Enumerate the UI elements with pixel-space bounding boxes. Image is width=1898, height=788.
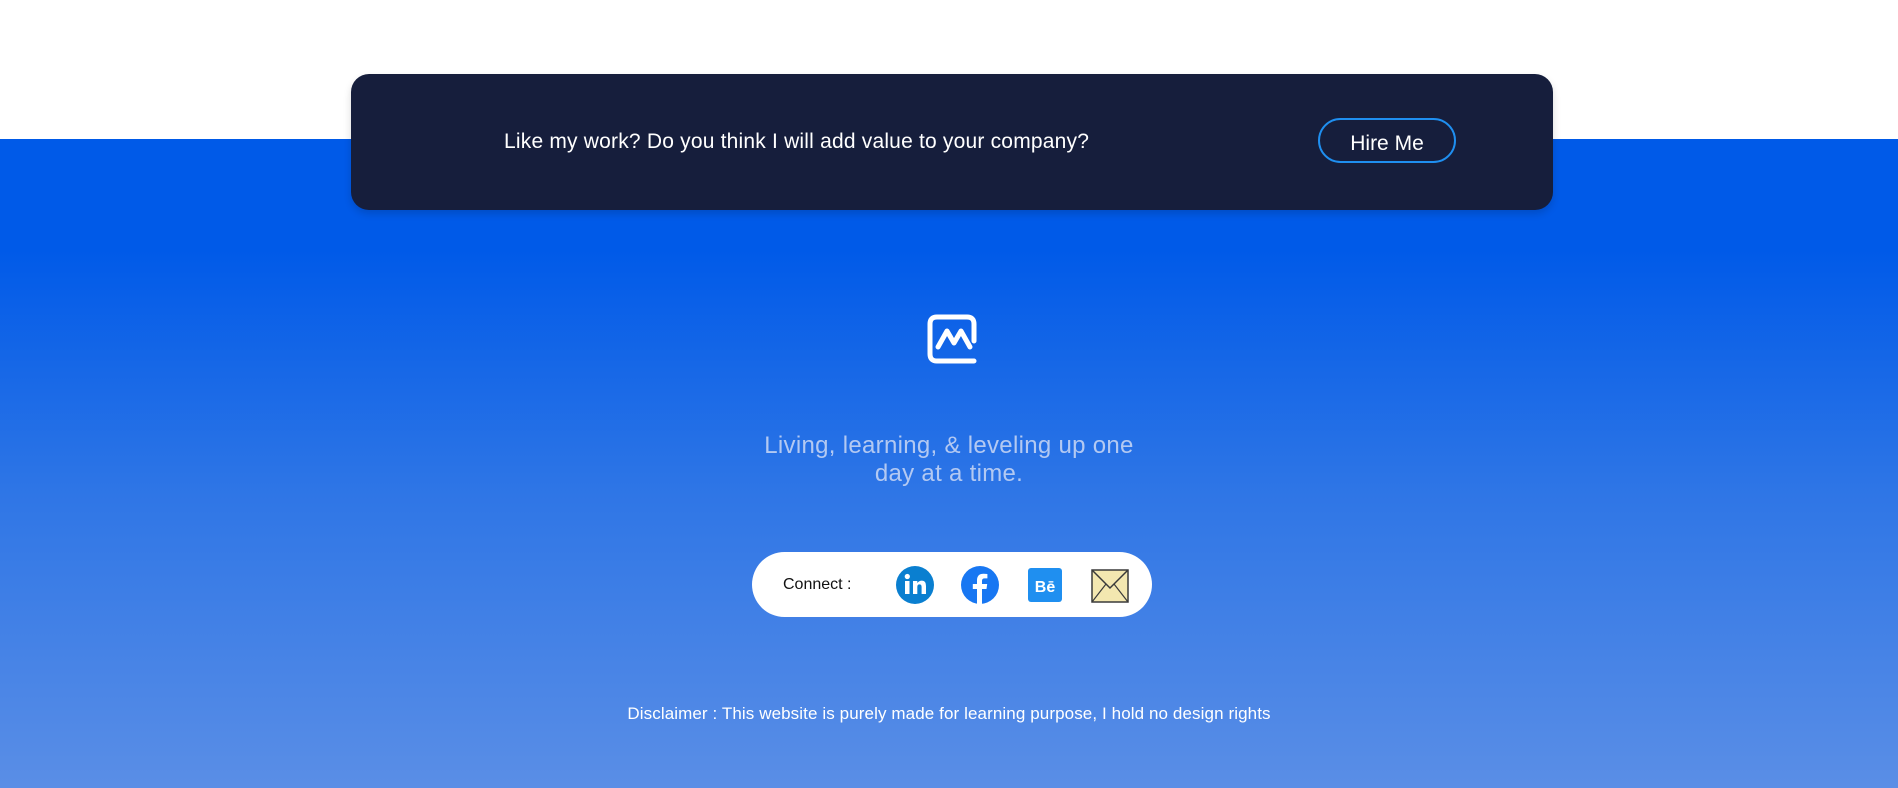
connect-bar: Connect : Bē bbox=[752, 552, 1152, 617]
connect-label: Connect : bbox=[783, 576, 852, 593]
facebook-icon[interactable] bbox=[960, 565, 1000, 605]
tagline-line-2: day at a time. bbox=[874, 460, 1024, 487]
tagline: Living, learning, & leveling up one day … bbox=[699, 432, 1199, 488]
linkedin-icon[interactable] bbox=[895, 565, 935, 605]
behance-icon[interactable]: Bē bbox=[1025, 565, 1065, 605]
envelope-icon[interactable] bbox=[1090, 565, 1130, 605]
disclaimer-text: Disclaimer : This website is purely made… bbox=[627, 704, 1271, 723]
cta-question-text: Like my work? Do you think I will add va… bbox=[504, 130, 1090, 153]
svg-text:Bē: Bē bbox=[1035, 579, 1056, 596]
monogram-m-icon[interactable] bbox=[925, 314, 979, 364]
hire-cta-card: Like my work? Do you think I will add va… bbox=[351, 74, 1553, 210]
hire-me-button[interactable]: Hire Me bbox=[1318, 118, 1456, 163]
tagline-line-1: Living, learning, & leveling up one bbox=[764, 432, 1134, 459]
